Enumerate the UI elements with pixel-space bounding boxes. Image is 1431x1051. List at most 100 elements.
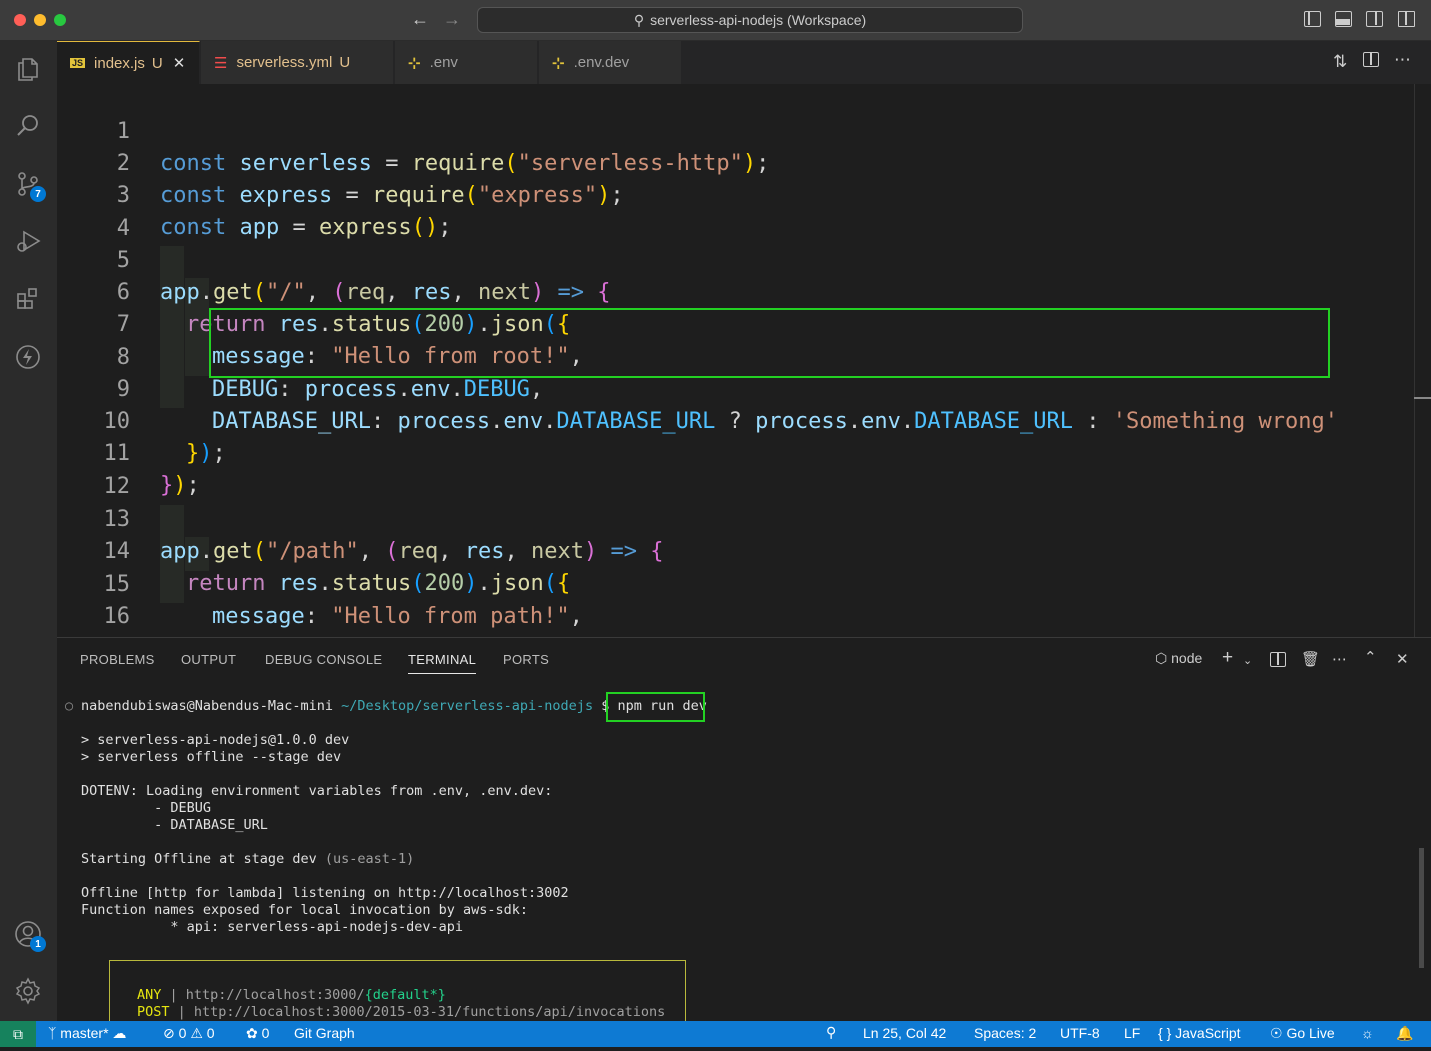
problems-indicator[interactable]: ⊘ 0 ⚠ 0 [163, 1025, 215, 1042]
tab-serverless-yml[interactable]: ☰ serverless.yml U [201, 41, 394, 84]
code-line: 1 const serverless = require("serverless… [57, 84, 1431, 176]
terminal-line: - DATABASE_URL [81, 817, 268, 833]
code-line: 7 message: "Hello from root!", [57, 277, 1431, 369]
extensions-icon[interactable] [12, 283, 44, 315]
prompt-circle-icon: ○ [65, 698, 74, 714]
javascript-file-icon: JS [70, 58, 86, 68]
tab-ports[interactable]: PORTS [503, 652, 549, 667]
git-graph-button[interactable]: Git Graph [294, 1025, 355, 1041]
route-line: ANY | http://localhost:3000/{default*} [137, 987, 446, 1003]
code-line: 3 const app = express(); [57, 148, 1431, 240]
indentation[interactable]: Spaces: 2 [974, 1025, 1036, 1041]
close-tab-icon[interactable]: ✕ [173, 54, 186, 72]
terminal-line: Function names exposed for local invocat… [81, 902, 529, 918]
go-live-button[interactable]: ☉ Go Live [1270, 1025, 1335, 1042]
code-line: 2 const express = require("express"); [57, 116, 1431, 208]
new-terminal-icon[interactable]: + [1222, 647, 1233, 669]
code-line: 10 }); [57, 374, 1431, 466]
forward-arrow-icon[interactable]: → [443, 9, 461, 30]
command-highlight-box [606, 692, 705, 722]
copilot-icon[interactable]: ☼ [1361, 1025, 1374, 1041]
tab-problems[interactable]: PROBLEMS [80, 652, 155, 667]
close-window-button[interactable] [14, 14, 26, 26]
lightning-icon[interactable] [12, 341, 44, 373]
tab-label: .env [429, 54, 458, 71]
more-actions-icon[interactable]: ⋯ [1332, 650, 1347, 668]
accounts-icon[interactable]: 1 [12, 918, 46, 952]
zoom-icon[interactable]: ⚲ [826, 1024, 836, 1041]
warning-icon: ⚠ [190, 1025, 203, 1041]
code-line: 11 }); [57, 406, 1431, 498]
notifications-bell-icon[interactable]: 🔔 [1396, 1025, 1413, 1042]
tab-debug-console[interactable]: DEBUG CONSOLE [265, 652, 382, 667]
editor-scrollbar-track[interactable] [1414, 84, 1415, 637]
back-arrow-icon[interactable]: ← [411, 9, 429, 30]
maximize-window-button[interactable] [54, 14, 66, 26]
cursor-position[interactable]: Ln 25, Col 42 [863, 1025, 946, 1041]
terminal-output[interactable]: ○ nabendubiswas@Nabendus-Mac-mini ~/Desk… [57, 692, 1417, 1030]
toggle-primary-sidebar-icon[interactable] [1304, 11, 1321, 27]
command-center-search[interactable]: ⚲ serverless-api-nodejs (Workspace) [477, 7, 1023, 33]
search-icon[interactable] [12, 110, 44, 142]
chevron-down-icon[interactable]: ⌄ [1243, 654, 1252, 667]
minimize-window-button[interactable] [34, 14, 46, 26]
toggle-panel-icon[interactable] [1335, 11, 1352, 27]
tab-env-dev[interactable]: ⊹ .env.dev [539, 41, 682, 84]
toggle-secondary-sidebar-icon[interactable] [1366, 11, 1383, 27]
env-file-icon: ⊹ [408, 54, 421, 72]
accounts-badge: 1 [30, 936, 46, 952]
run-and-debug-icon[interactable] [12, 225, 44, 257]
tab-index-js[interactable]: JS index.js U ✕ [57, 41, 200, 84]
untracked-badge: U [339, 54, 351, 71]
terminal-line: Offline [http for lambda] listening on h… [81, 885, 569, 901]
search-icon: ⚲ [633, 11, 645, 28]
tab-terminal[interactable]: TERMINAL [408, 652, 477, 674]
code-line: 6 return res.status(200).json({ [57, 245, 1431, 337]
customize-layout-icon[interactable] [1398, 11, 1415, 27]
terminal-scrollbar[interactable] [1419, 848, 1424, 968]
title-bar: ← → ⚲ serverless-api-nodejs (Workspace) [0, 0, 1431, 41]
node-icon: ⬡ [1155, 650, 1168, 666]
trash-icon[interactable]: 🗑 [1301, 650, 1320, 668]
source-control-icon[interactable]: 7 [12, 168, 46, 202]
code-line: 5 app.get("/", (req, res, next) => { [57, 213, 1431, 305]
code-line: 17 }); [57, 601, 1431, 637]
ports-indicator[interactable]: ✿ 0 [246, 1025, 269, 1042]
split-terminal-icon[interactable] [1270, 652, 1286, 667]
editor-scroll-marker [1414, 397, 1431, 399]
terminal-line: * api: serverless-api-nodejs-dev-api [81, 919, 464, 935]
terminal-line: > serverless offline --stage dev [81, 749, 342, 765]
code-line: 14 return res.status(200).json({ [57, 504, 1431, 596]
encoding[interactable]: UTF-8 [1060, 1025, 1100, 1041]
tab-label: .env.dev [573, 54, 630, 71]
tab-output[interactable]: OUTPUT [181, 652, 236, 667]
source-control-badge: 7 [30, 186, 46, 202]
remote-indicator-icon[interactable]: ⧉ [0, 1021, 36, 1047]
explorer-icon[interactable] [12, 53, 44, 85]
terminal-selector[interactable]: ⬡ node [1155, 650, 1202, 667]
settings-gear-icon[interactable] [12, 975, 44, 1007]
split-editor-icon[interactable] [1363, 52, 1379, 67]
window-bottom-edge [0, 1047, 1431, 1051]
close-panel-icon[interactable]: ✕ [1396, 650, 1409, 668]
bottom-panel: PROBLEMS OUTPUT DEBUG CONSOLE TERMINAL P… [57, 637, 1431, 1030]
code-line: 15 message: "Hello from path!", [57, 537, 1431, 629]
terminal-line: > serverless-api-nodejs@1.0.0 dev [81, 732, 350, 748]
code-editor[interactable]: 1 const serverless = require("serverless… [57, 84, 1431, 637]
end-of-line[interactable]: LF [1124, 1025, 1140, 1041]
broadcast-icon: ✿ [246, 1025, 258, 1041]
language-mode[interactable]: { } JavaScript [1158, 1025, 1241, 1041]
code-line: 12 [57, 439, 1431, 499]
more-actions-icon[interactable]: ⋯ [1394, 50, 1411, 70]
braces-icon: { } [1158, 1025, 1172, 1041]
env-file-icon: ⊹ [552, 54, 565, 72]
yaml-file-icon: ☰ [214, 54, 228, 72]
sync-icon: ☁ [112, 1025, 127, 1041]
tab-env[interactable]: ⊹ .env [395, 41, 538, 84]
open-changes-icon[interactable]: ⇅ [1333, 52, 1347, 72]
maximize-panel-icon[interactable]: ⌃ [1364, 648, 1377, 666]
branch-indicator[interactable]: ᛉ master* ☁ [48, 1025, 126, 1042]
terminal-line: - DEBUG [81, 800, 212, 816]
window-title: serverless-api-nodejs (Workspace) [650, 12, 867, 28]
terminal-line: DOTENV: Loading environment variables fr… [81, 783, 553, 799]
